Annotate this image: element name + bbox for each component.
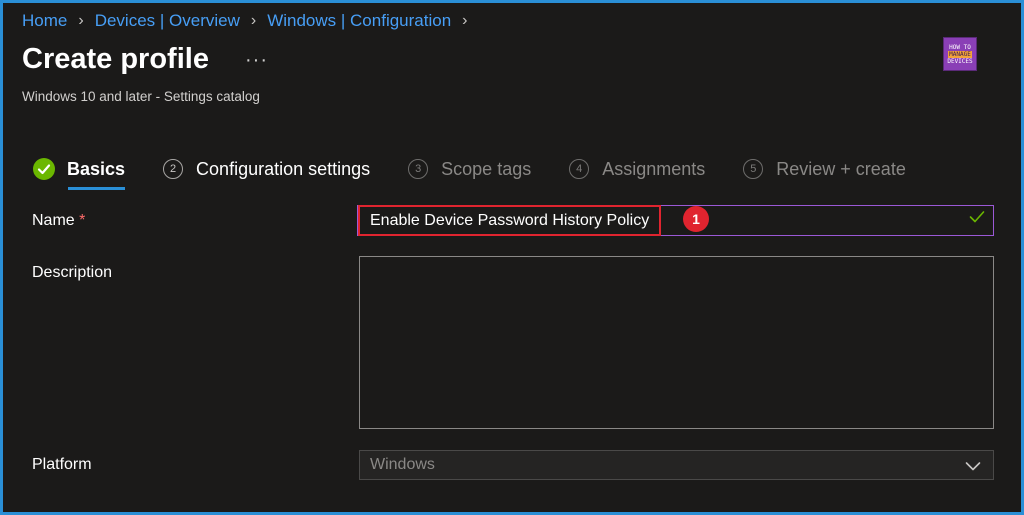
step-label: Review + create xyxy=(776,158,906,179)
more-options-button[interactable]: ··· xyxy=(245,49,268,72)
step-basics[interactable]: Basics xyxy=(33,158,126,190)
step-number: 4 xyxy=(569,159,590,179)
breadcrumb: Home › Devices | Overview › Windows | Co… xyxy=(22,11,478,31)
platform-selected-value: Windows xyxy=(370,456,435,473)
wizard-steps: Basics 2 Configuration settings 3 Scope … xyxy=(33,149,944,190)
breadcrumb-devices-overview[interactable]: Devices | Overview xyxy=(95,11,240,31)
step-label: Basics xyxy=(67,158,126,179)
chevron-right-icon: › xyxy=(78,12,84,29)
step-number: 5 xyxy=(743,159,764,179)
name-label: Name * xyxy=(32,212,85,230)
step-number: 3 xyxy=(408,159,429,179)
step-scope-tags[interactable]: 3 Scope tags xyxy=(408,159,531,180)
name-label-text: Name xyxy=(32,212,75,229)
step-label: Configuration settings xyxy=(196,158,371,179)
chevron-right-icon: › xyxy=(250,12,257,29)
chevron-down-icon xyxy=(965,459,981,477)
chevron-right-icon: › xyxy=(462,12,468,29)
checkmark-circle-icon xyxy=(33,158,55,180)
logo-text-line3: DEVICES xyxy=(947,57,973,65)
page-subtitle: Windows 10 and later - Settings catalog xyxy=(22,89,260,104)
step-configuration-settings[interactable]: 2 Configuration settings xyxy=(163,159,370,180)
logo-text-line1: HOW TO xyxy=(949,43,971,51)
step-label: Scope tags xyxy=(441,158,532,179)
page-title: Create profile xyxy=(22,43,209,75)
brand-logo: HOW TO MANAGE DEVICES xyxy=(943,37,977,71)
name-input-value[interactable]: Enable Device Password History Policy xyxy=(358,205,662,236)
platform-dropdown[interactable]: Windows xyxy=(359,450,994,480)
breadcrumb-home[interactable]: Home xyxy=(22,11,67,31)
description-textarea[interactable] xyxy=(359,256,994,429)
required-marker: * xyxy=(79,212,86,229)
description-label: Description xyxy=(32,264,113,281)
step-review-create[interactable]: 5 Review + create xyxy=(743,159,906,180)
logo-text-line2: MANAGE xyxy=(948,50,972,58)
annotation-badge: 1 xyxy=(683,206,709,232)
app-frame: Home › Devices | Overview › Windows | Co… xyxy=(0,0,1024,515)
breadcrumb-windows-configuration[interactable]: Windows | Configuration xyxy=(267,11,451,31)
platform-label: Platform xyxy=(32,456,92,473)
step-label: Assignments xyxy=(602,158,706,179)
checkmark-icon xyxy=(969,210,985,229)
step-assignments[interactable]: 4 Assignments xyxy=(569,159,705,180)
page-header: Home › Devices | Overview › Windows | Co… xyxy=(3,3,1021,125)
step-number: 2 xyxy=(163,159,184,179)
